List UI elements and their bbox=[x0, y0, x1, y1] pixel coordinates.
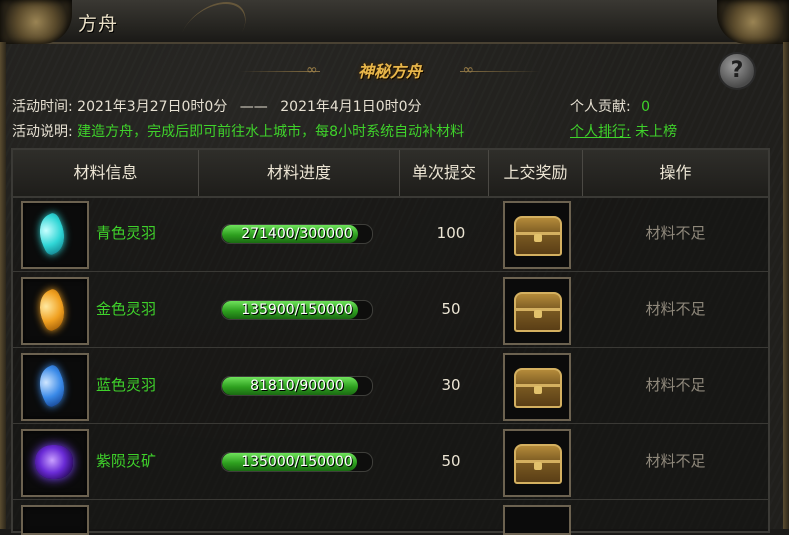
treasure-chest-icon bbox=[514, 444, 562, 484]
ranking-value: 未上榜 bbox=[635, 124, 678, 140]
progress-bar: 135000/150000 bbox=[221, 452, 373, 472]
submit-action[interactable]: 材料不足 bbox=[588, 272, 763, 347]
activity-separator: —— bbox=[239, 99, 268, 115]
activity-desc-text: 建造方舟，完成后即可前往水上城市，每8小时系统自动补材料 bbox=[77, 124, 465, 140]
ark-window: 方舟 ∞ 神秘方舟 ∞ ? 活动时间: 2021年3月27日0时0分 —— 20… bbox=[0, 0, 789, 535]
frame-border-right bbox=[783, 42, 789, 529]
material-slot[interactable] bbox=[21, 353, 89, 421]
title-bar: 方舟 bbox=[0, 0, 789, 44]
material-name: 青色灵羽 bbox=[96, 224, 157, 242]
panel-heading-text: 神秘方舟 bbox=[357, 62, 422, 81]
header-action: 操作 bbox=[659, 163, 692, 182]
material-slot[interactable] bbox=[21, 277, 89, 345]
personal-ranking: 个人排行: 未上榜 bbox=[570, 121, 677, 141]
activity-time-label: 活动时间: bbox=[12, 99, 73, 115]
reward-slot[interactable] bbox=[503, 353, 571, 421]
per-submit-amount: 50 bbox=[441, 300, 461, 318]
dragon-corner-right-icon bbox=[717, 0, 789, 44]
submit-action[interactable]: 材料不足 bbox=[588, 348, 763, 423]
material-name: 紫陨灵矿 bbox=[96, 452, 157, 470]
help-button[interactable]: ? bbox=[718, 52, 756, 90]
progress-bar: 135900/150000 bbox=[221, 300, 373, 320]
activity-start: 2021年3月27日0时0分 bbox=[77, 99, 228, 115]
table-header: 材料信息 材料进度 单次提交 上交奖励 操作 bbox=[13, 150, 768, 198]
table-row: 紫陨灵矿 135000/150000 50 材料不足 bbox=[13, 424, 768, 500]
per-submit-amount: 100 bbox=[436, 224, 466, 242]
table-row bbox=[13, 500, 768, 535]
submit-action[interactable]: 材料不足 bbox=[588, 424, 763, 499]
progress-text: 81810/90000 bbox=[250, 378, 344, 394]
reward-slot[interactable] bbox=[503, 201, 571, 269]
title-ornament bbox=[179, 2, 257, 38]
activity-end: 2021年4月1日0时0分 bbox=[280, 99, 422, 115]
table-row: 青色灵羽 271400/300000 100 材料不足 bbox=[13, 196, 768, 272]
reward-slot[interactable] bbox=[503, 277, 571, 345]
cyan-feather-icon bbox=[32, 211, 72, 257]
materials-table: 材料信息 材料进度 单次提交 上交奖励 操作 青色灵羽 271400/30000… bbox=[11, 148, 770, 535]
reward-slot[interactable] bbox=[503, 429, 571, 497]
gold-feather-icon bbox=[32, 287, 72, 333]
swirl-ornament-icon: ∞ bbox=[462, 62, 474, 78]
per-submit-amount: 50 bbox=[441, 452, 461, 470]
table-row: 蓝色灵羽 81810/90000 30 材料不足 bbox=[13, 348, 768, 424]
treasure-chest-icon bbox=[514, 216, 562, 256]
dragon-corner-left-icon bbox=[0, 0, 72, 44]
progress-text: 271400/300000 bbox=[241, 226, 353, 242]
heading-divider-right bbox=[460, 71, 540, 72]
table-row: 金色灵羽 135900/150000 50 材料不足 bbox=[13, 272, 768, 348]
material-slot[interactable] bbox=[21, 505, 89, 535]
panel-heading: ∞ 神秘方舟 ∞ bbox=[240, 58, 540, 84]
header-material-info: 材料信息 bbox=[13, 150, 199, 196]
contribution-label: 个人贡献: bbox=[570, 99, 631, 115]
reward-slot[interactable] bbox=[503, 505, 571, 535]
header-progress: 材料进度 bbox=[199, 150, 400, 196]
material-name: 蓝色灵羽 bbox=[96, 376, 157, 394]
per-submit-amount: 30 bbox=[441, 376, 461, 394]
progress-text: 135900/150000 bbox=[241, 302, 353, 318]
header-reward: 上交奖励 bbox=[489, 150, 583, 196]
frame-border-left bbox=[0, 42, 6, 529]
activity-description: 活动说明: 建造方舟，完成后即可前往水上城市，每8小时系统自动补材料 bbox=[12, 121, 464, 141]
progress-text: 135000/150000 bbox=[241, 454, 353, 470]
header-per-submit: 单次提交 bbox=[400, 150, 489, 196]
contribution-value: 0 bbox=[641, 99, 651, 115]
treasure-chest-icon bbox=[514, 292, 562, 332]
blue-feather-icon bbox=[32, 363, 72, 409]
treasure-chest-icon bbox=[514, 368, 562, 408]
activity-time: 活动时间: 2021年3月27日0时0分 —— 2021年4月1日0时0分 bbox=[12, 96, 422, 116]
progress-bar: 271400/300000 bbox=[221, 224, 373, 244]
material-slot[interactable] bbox=[21, 429, 89, 497]
material-name: 金色灵羽 bbox=[96, 300, 157, 318]
material-slot[interactable] bbox=[21, 201, 89, 269]
window-title: 方舟 bbox=[78, 13, 119, 35]
ranking-link[interactable]: 个人排行: bbox=[570, 124, 631, 140]
purple-ore-icon bbox=[35, 445, 73, 479]
submit-action[interactable]: 材料不足 bbox=[588, 196, 763, 271]
activity-desc-label: 活动说明: bbox=[12, 124, 73, 140]
personal-contribution: 个人贡献: 0 bbox=[570, 96, 650, 116]
progress-bar: 81810/90000 bbox=[221, 376, 373, 396]
